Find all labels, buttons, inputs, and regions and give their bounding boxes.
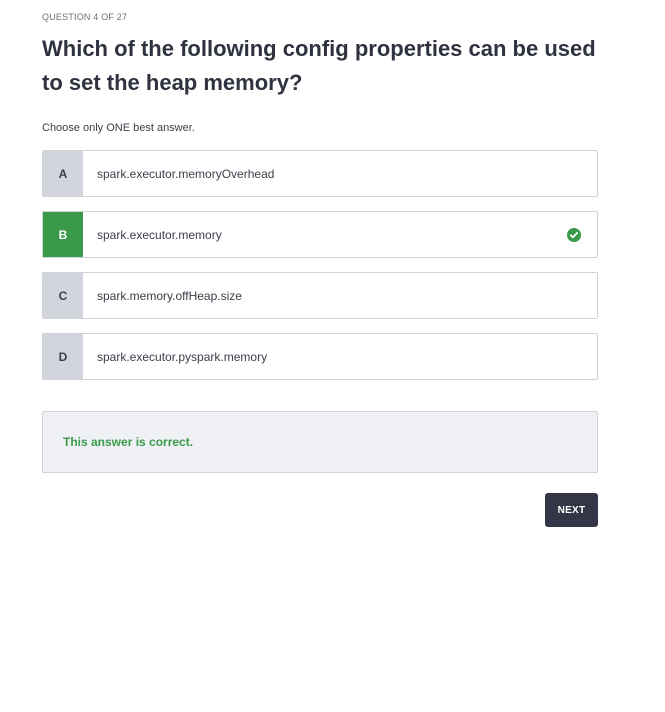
answer-instruction: Choose only ONE best answer. (42, 122, 195, 134)
question-counter: QUESTION 4 OF 27 (42, 12, 128, 22)
option-text: spark.executor.memory (97, 227, 222, 242)
option-letter: A (43, 151, 83, 196)
answer-option-d[interactable]: D spark.executor.pyspark.memory (42, 333, 598, 380)
option-letter: C (43, 273, 83, 318)
option-letter: B (43, 212, 83, 257)
feedback-message: This answer is correct. (63, 435, 194, 449)
answer-option-b[interactable]: B spark.executor.memory (42, 211, 598, 258)
option-letter: D (43, 334, 83, 379)
feedback-panel: This answer is correct. (42, 411, 598, 473)
question-text: Which of the following config properties… (42, 36, 596, 95)
option-text: spark.executor.pyspark.memory (97, 349, 268, 364)
answer-option-c[interactable]: C spark.memory.offHeap.size (42, 272, 598, 319)
answer-option-a[interactable]: A spark.executor.memoryOverhead (42, 150, 598, 197)
option-text: spark.executor.memoryOverhead (97, 166, 275, 181)
check-circle-icon (567, 227, 581, 242)
option-text: spark.memory.offHeap.size (97, 288, 242, 303)
next-button[interactable]: NEXT (545, 493, 598, 527)
answer-options: A spark.executor.memoryOverhead B spark.… (42, 150, 598, 394)
